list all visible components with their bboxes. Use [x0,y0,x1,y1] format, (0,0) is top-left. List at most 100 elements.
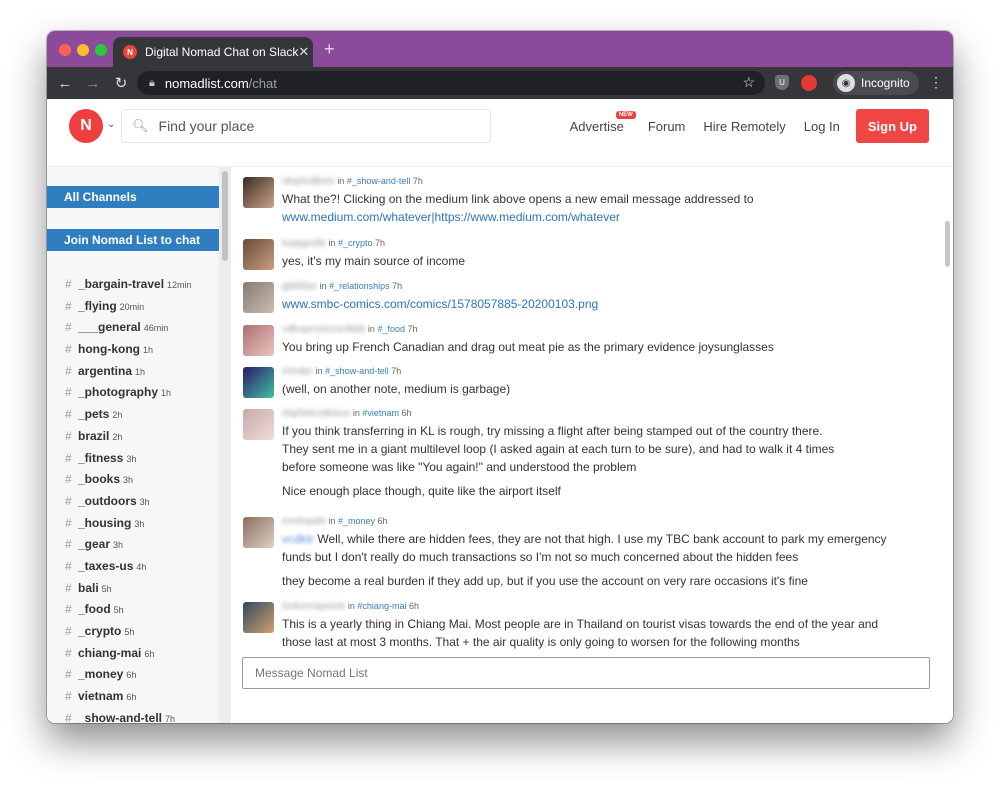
signup-button[interactable]: Sign Up [855,109,929,143]
hash-icon: # [65,602,72,617]
search-icon: 🔍︎ [132,118,149,133]
sidebar-channel-item[interactable]: # chiang-mai 6h [47,646,219,668]
sidebar-channel-item[interactable]: # _housing 3h [47,516,219,538]
message-text: Nice enough place though, quite like the… [282,482,941,500]
message-username[interactable]: tuqagodie [282,238,326,249]
nomadlist-logo-icon[interactable]: N [69,109,103,143]
sidebar-channel-item[interactable]: # _photography 1h [47,385,219,407]
hash-icon: # [65,667,72,682]
incognito-icon: ◉ [837,74,855,92]
message-channel-link[interactable]: #vietnam [362,408,399,418]
incognito-badge[interactable]: ◉ Incognito [833,71,919,95]
maximize-window-button[interactable] [95,44,107,56]
avatar[interactable] [243,409,274,440]
chevron-down-icon[interactable]: ⌄ [107,119,115,130]
all-channels-button[interactable]: All Channels [47,186,219,208]
sidebar-channel-item[interactable]: # _pets 2h [47,407,219,429]
message-text: This is a yearly thing in Chiang Mai. Mo… [282,615,941,633]
channel-time: 3h [134,518,145,529]
hash-icon: # [65,363,72,378]
search-box[interactable]: 🔍︎ [121,109,491,143]
hire-remotely-link[interactable]: Hire Remotely [703,119,785,134]
message-username[interactable]: evtvlpc [282,366,313,377]
sidebar-channel-item[interactable]: # _bargain-travel 12min [47,277,219,299]
message-channel-link[interactable]: #_money [338,516,375,526]
santa-extension-icon[interactable] [801,75,817,91]
in-label: in [367,324,375,334]
avatar[interactable] [243,282,274,313]
sidebar-channel-item[interactable]: # ___general 46min [47,320,219,342]
reload-icon[interactable]: ↻ [107,74,135,92]
avatar[interactable] [243,602,274,633]
sidebar-channel-item[interactable]: # argentina 1h [47,364,219,386]
message-input[interactable] [242,657,930,689]
message-channel-link[interactable]: #_show-and-tell [325,366,389,376]
sidebar-channel-item[interactable]: # vietnam 6h [47,689,219,711]
sidebar-channel-item[interactable]: # _crypto 5h [47,624,219,646]
avatar[interactable] [243,177,274,208]
hash-icon: # [65,710,72,723]
sidebar-channel-item[interactable]: # _gear 3h [47,537,219,559]
sidebar-channel-item[interactable]: # _taxes-us 4h [47,559,219,581]
sidebar-channel-item[interactable]: # bali 5h [47,581,219,603]
message-channel-link[interactable]: #chiang-mai [357,601,406,611]
message-link[interactable]: www.smbc-comics.com/comics/1578057885-20… [282,297,598,311]
sidebar-channel-item[interactable]: # _show-and-tell 7h [47,711,219,723]
forward-arrow-icon[interactable]: → [79,75,107,92]
message-text: funds but I don't really do much transac… [282,548,941,566]
browser-menu-icon[interactable]: ⋮ [929,74,943,91]
message-text: vcdktr Well, while there are hidden fees… [282,530,941,548]
avatar[interactable] [243,239,274,270]
channel-time: 1h [142,345,153,356]
bookmark-star-icon[interactable]: ☆ [742,74,755,91]
advertise-link[interactable]: Advertise NEW [570,110,636,134]
hash-icon: # [65,515,72,530]
sidebar-channel-item[interactable]: # _books 3h [47,472,219,494]
hash-icon: # [65,428,72,443]
sidebar-channel-item[interactable]: # _food 5h [47,602,219,624]
sidebar-channel-item[interactable]: # _flying 20min [47,299,219,321]
sidebar-channel-item[interactable]: # brazil 2h [47,429,219,451]
message-channel-link[interactable]: #_relationships [329,281,390,291]
back-arrow-icon[interactable]: ← [51,75,79,92]
message-username[interactable]: iivdvnmqwooe [282,601,345,612]
incognito-label: Incognito [861,76,910,90]
tab-close-icon[interactable]: ✕ [298,44,309,60]
header-nav: Advertise NEW Forum Hire Remotely Log In… [552,109,929,143]
close-window-button[interactable] [59,44,71,56]
search-input[interactable] [158,118,459,134]
lock-icon: 🔒︎ [149,76,155,89]
channel-name: _crypto [78,624,122,638]
message-meta: tuqagodie in #_crypto 7h [282,237,941,250]
message-channel-link[interactable]: #_show-and-tell [347,176,411,186]
message-scroll-thumb[interactable] [945,221,950,267]
message-username[interactable]: dsphidxzakwuo [282,408,350,419]
minimize-window-button[interactable] [77,44,89,56]
message-username[interactable]: gtbfdlax [282,281,317,292]
tab-title: Digital Nomad Chat on Slack [145,45,299,59]
message-time: 7h [375,238,386,248]
sidebar-channel-item[interactable]: # _money 6h [47,667,219,689]
message-username[interactable]: vdbvpmztncontkbb [282,324,365,335]
message-channel-link[interactable]: #_crypto [338,238,373,248]
message-link[interactable]: www.medium.com/whatever|https://www.medi… [282,210,620,224]
message-username[interactable]: mmtnpabi [282,516,326,527]
browser-tab[interactable]: N Digital Nomad Chat on Slack ✕ [113,37,313,67]
message-channel-link[interactable]: #_food [377,324,405,334]
new-tab-button[interactable]: + [324,40,335,58]
avatar[interactable] [243,367,274,398]
shield-extension-icon[interactable]: U [775,75,789,90]
sidebar-channel-item[interactable]: # _outdoors 3h [47,494,219,516]
message-username[interactable]: okqrkxfjbvtx [282,176,335,187]
join-nomad-list-button[interactable]: Join Nomad List to chat [47,229,219,251]
forum-link[interactable]: Forum [648,119,686,134]
channel-name: bali [78,580,99,595]
login-link[interactable]: Log In [804,119,840,134]
address-bar[interactable]: 🔒︎ nomadlist.com/chat ☆ [137,71,765,95]
sidebar-channel-item[interactable]: # hong-kong 1h [47,342,219,364]
avatar[interactable] [243,325,274,356]
user-mention[interactable]: vcdktr [282,532,314,546]
sidebar-scroll-thumb[interactable] [222,171,228,261]
avatar[interactable] [243,517,274,548]
sidebar-channel-item[interactable]: # _fitness 3h [47,451,219,473]
